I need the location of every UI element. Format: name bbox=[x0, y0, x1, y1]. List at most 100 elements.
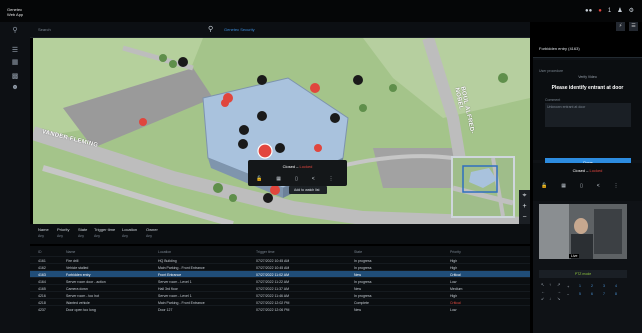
incident-table: ID Name Location Trigger time State Prio… bbox=[30, 246, 530, 333]
cell-id: 4165 bbox=[38, 286, 46, 291]
filter-priority[interactable]: Priority Any bbox=[57, 227, 69, 238]
unlock-icon[interactable]: 🔓 bbox=[256, 176, 262, 182]
search-input[interactable]: Search bbox=[38, 27, 51, 32]
more-icon[interactable]: ⋮ bbox=[614, 183, 619, 189]
cell-location: HQ Building bbox=[158, 258, 177, 263]
share-icon[interactable]: < bbox=[597, 183, 600, 189]
layers-icon[interactable]: ☰ bbox=[9, 46, 21, 56]
comment-field[interactable]: Unknown entrant at door bbox=[545, 103, 631, 127]
filter-label: Owner bbox=[146, 227, 158, 232]
people-icon[interactable]: ☻ bbox=[9, 84, 21, 94]
cell-time: 07/27/2022 10:45 AM bbox=[256, 258, 290, 263]
cell-state: In progress bbox=[354, 258, 372, 263]
cell-location: Main Parking - Front Entrance bbox=[158, 265, 205, 270]
filter-name[interactable]: Name Any bbox=[38, 227, 49, 238]
alarm-icon[interactable]: ● bbox=[598, 8, 602, 14]
column-header[interactable]: ID bbox=[38, 250, 42, 254]
cell-location: Door 127 bbox=[158, 307, 173, 312]
column-header[interactable]: Priority bbox=[450, 250, 461, 254]
minimap[interactable] bbox=[451, 156, 515, 218]
top-bar: Genetec Web App ●● ● 1 ♟ ⚙ bbox=[0, 0, 642, 22]
ptz-mode-toggle[interactable]: PTZ mode bbox=[539, 270, 627, 278]
map-icon[interactable]: ▦ bbox=[9, 58, 21, 68]
filter-owner[interactable]: Owner Any bbox=[146, 227, 158, 238]
settings-icon[interactable]: ⚙ bbox=[629, 7, 634, 14]
table-row[interactable]: 4165 Camera down Hall 3rd floor 07/27/20… bbox=[30, 284, 530, 291]
filter-label: Trigger time bbox=[94, 227, 116, 232]
panel-menu-icon[interactable]: ☰ bbox=[629, 22, 638, 31]
cell-id: 4162 bbox=[38, 265, 46, 270]
column-header[interactable]: Name bbox=[66, 250, 75, 254]
filter-trigger-time[interactable]: Trigger time Any bbox=[94, 227, 115, 238]
table-row[interactable]: 4237 Door open too long Door 127 07/27/2… bbox=[30, 305, 530, 312]
table-row[interactable]: 4161 Fire drill HQ Building 07/27/2022 1… bbox=[30, 256, 530, 263]
ptz-zoom-out-icon[interactable]: − bbox=[567, 292, 569, 297]
alert-badge: 1 bbox=[607, 7, 612, 14]
column-header[interactable]: Trigger time bbox=[256, 250, 275, 254]
users-icon[interactable]: ●● bbox=[585, 8, 592, 14]
ptz-up-icon[interactable]: ↑ bbox=[549, 282, 551, 287]
table-row[interactable]: 4218 Wanted vehicle Main Parking - Front… bbox=[30, 298, 530, 305]
table-row[interactable]: 4164 Server room door - action Server ro… bbox=[30, 277, 530, 284]
ptz-down-icon[interactable]: ↓ bbox=[549, 296, 551, 301]
ptz-preset[interactable]: 3 bbox=[603, 284, 605, 288]
popup-status: Closed – Locked bbox=[282, 164, 313, 169]
bolt-icon[interactable]: ⚡ bbox=[616, 22, 625, 31]
popup-door-state: Closed bbox=[282, 164, 296, 169]
filter-location[interactable]: Location Any bbox=[122, 227, 137, 238]
ptz-preset[interactable]: 8 bbox=[615, 292, 617, 296]
table-row[interactable]: 4216 Server room - too hot Server room -… bbox=[30, 291, 530, 298]
filter-bar: Name Any Priority Any State Any Trigger … bbox=[30, 224, 530, 244]
door-state: Closed bbox=[572, 168, 586, 173]
ptz-preset[interactable]: 7 bbox=[603, 292, 605, 296]
video-live-badge: Live bbox=[569, 254, 580, 258]
ptz-preset[interactable]: 2 bbox=[591, 284, 593, 288]
ptz-preset[interactable]: 6 bbox=[591, 292, 593, 296]
table-header: ID Name Location Trigger time State Prio… bbox=[30, 248, 530, 256]
camera-video[interactable] bbox=[539, 204, 627, 259]
cell-priority: Critical bbox=[450, 300, 461, 305]
ptz-left-icon[interactable]: ← bbox=[541, 289, 545, 294]
zoom-in-button[interactable]: + bbox=[519, 201, 530, 212]
table-row[interactable]: 4162 Vehicle stalled Main Parking - Fron… bbox=[30, 263, 530, 270]
more-icon[interactable]: ⋮ bbox=[329, 176, 334, 182]
cell-priority: High bbox=[450, 265, 458, 270]
door-lock-state: Locked bbox=[589, 168, 603, 173]
ptz-preset[interactable]: 4 bbox=[615, 284, 617, 288]
ptz-down-left-icon[interactable]: ↙ bbox=[541, 296, 544, 301]
search-icon[interactable]: ⚲ bbox=[208, 25, 213, 33]
share-icon[interactable]: < bbox=[312, 176, 315, 182]
ptz-preset[interactable]: 1 bbox=[579, 284, 581, 288]
ptz-zoom-in-icon[interactable]: + bbox=[567, 284, 569, 289]
locate-icon[interactable]: ⌖ bbox=[519, 190, 530, 201]
calendar-icon[interactable]: ▦ bbox=[561, 183, 566, 189]
chart-icon[interactable]: ▩ bbox=[9, 72, 21, 82]
ptz-up-right-icon[interactable]: ↗ bbox=[557, 282, 560, 287]
search-nav-icon[interactable]: ⚲ bbox=[9, 26, 21, 36]
ptz-control-pad: ↖ ↑ ↗ ← → ↙ ↓ ↘ + − 1 2 3 4 5 6 7 8 bbox=[539, 282, 635, 308]
filter-state[interactable]: State Any bbox=[78, 227, 87, 238]
column-header[interactable]: Location bbox=[158, 250, 171, 254]
cell-priority: Low bbox=[450, 307, 457, 312]
cell-name: Server room - too hot bbox=[66, 293, 100, 298]
ptz-up-left-icon[interactable]: ↖ bbox=[541, 282, 544, 287]
zoom-out-button[interactable]: − bbox=[519, 212, 530, 223]
calendar-icon[interactable]: ▦ bbox=[276, 176, 281, 182]
ptz-down-right-icon[interactable]: ↘ bbox=[557, 296, 560, 301]
cell-time: 07/27/2022 12:02 PM bbox=[256, 300, 290, 305]
panel-title: Forbidden entry (4163) bbox=[539, 46, 580, 51]
table-row-selected[interactable]: 4163 Forbidden entry Front Entrance 07/2… bbox=[30, 270, 530, 277]
column-header[interactable]: State bbox=[354, 250, 362, 254]
door-icon[interactable]: ▯ bbox=[295, 176, 298, 182]
ptz-preset[interactable]: 5 bbox=[579, 292, 581, 296]
context-menu-add-watchlist[interactable]: Add to watch list bbox=[289, 186, 327, 194]
door-icon[interactable]: ▯ bbox=[580, 183, 583, 189]
ptz-right-icon[interactable]: → bbox=[557, 289, 561, 294]
left-nav-rail: ⚲ ☰ ▦ ▩ ☻ bbox=[0, 22, 30, 333]
incident-detail-panel: ⚡ ☰ Forbidden entry (4163) User procedur… bbox=[533, 22, 642, 333]
cell-priority: Critical bbox=[450, 272, 461, 277]
unlock-icon[interactable]: 🔓 bbox=[541, 183, 547, 189]
user-icon[interactable]: ♟ bbox=[617, 7, 622, 14]
source-selector[interactable]: Genetec Security bbox=[224, 27, 255, 32]
cell-priority: High bbox=[450, 258, 458, 263]
